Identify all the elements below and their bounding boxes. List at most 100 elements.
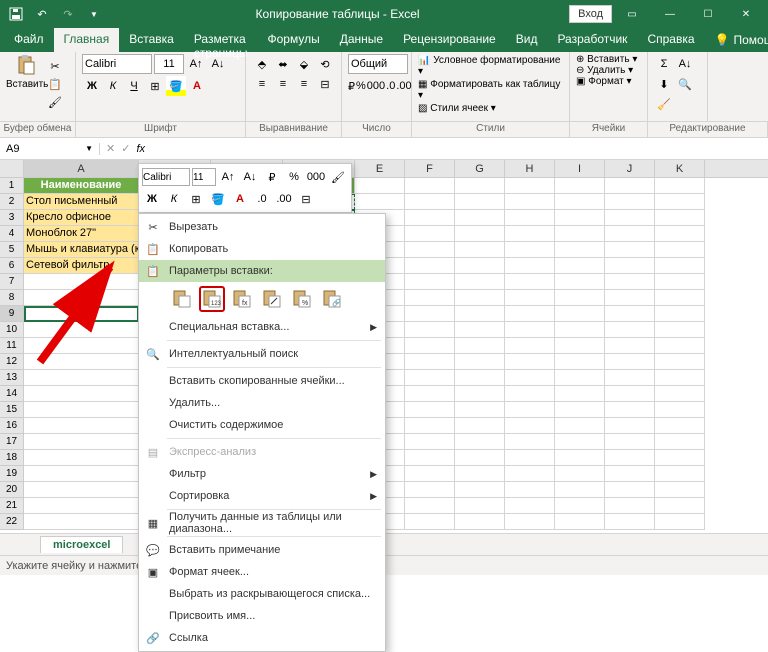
cell[interactable] [555, 482, 605, 498]
cell[interactable] [455, 450, 505, 466]
cell[interactable] [555, 386, 605, 402]
cell[interactable] [655, 482, 705, 498]
insert-cells-button[interactable]: ⊕ Вставить ▾ [576, 54, 641, 65]
mini-italic-button[interactable]: К [164, 189, 184, 209]
cell[interactable] [455, 402, 505, 418]
cell[interactable] [405, 450, 455, 466]
border-button[interactable]: ⊞ [145, 76, 165, 96]
cell[interactable] [505, 370, 555, 386]
col-header-h[interactable]: H [505, 160, 555, 177]
cell[interactable] [505, 402, 555, 418]
row-header[interactable]: 16 [0, 418, 24, 434]
number-format-select[interactable] [348, 54, 408, 74]
cell[interactable] [605, 514, 655, 530]
fill-icon[interactable]: ⬇ [654, 74, 674, 94]
cell[interactable] [555, 450, 605, 466]
cell[interactable] [555, 306, 605, 322]
mini-merge-icon[interactable]: ⊟ [296, 189, 316, 209]
redo-icon[interactable]: ↷ [56, 2, 80, 26]
row-header[interactable]: 2 [0, 194, 24, 210]
cell[interactable] [24, 338, 139, 354]
qat-dropdown-icon[interactable]: ▼ [82, 2, 106, 26]
format-cells-button[interactable]: ▣ Формат ▾ [576, 76, 641, 87]
maximize-button[interactable]: ☐ [690, 0, 726, 28]
cell[interactable] [455, 354, 505, 370]
cell[interactable] [405, 210, 455, 226]
align-left-icon[interactable]: ≡ [252, 74, 272, 94]
cell[interactable] [455, 242, 505, 258]
cell[interactable]: Кресло офисное [24, 210, 139, 226]
row-header[interactable]: 9 [0, 306, 24, 322]
cell[interactable] [405, 306, 455, 322]
cell[interactable] [605, 178, 655, 194]
mini-border-icon[interactable]: ⊞ [186, 189, 206, 209]
row-header[interactable]: 12 [0, 354, 24, 370]
cell[interactable] [405, 402, 455, 418]
increase-font-icon[interactable]: A↑ [186, 54, 206, 74]
format-as-table-button[interactable]: ▦ Форматировать как таблицу ▾ [418, 78, 563, 102]
cell[interactable] [605, 194, 655, 210]
cell[interactable] [455, 386, 505, 402]
menu-copy[interactable]: 📋Копировать [139, 238, 385, 260]
cell[interactable] [555, 210, 605, 226]
mini-increase-font-icon[interactable]: A↑ [218, 167, 238, 187]
ribbon-options-icon[interactable]: ▭ [614, 0, 650, 28]
menu-filter[interactable]: Фильтр▶ [139, 463, 385, 485]
cell[interactable] [405, 434, 455, 450]
cell[interactable] [605, 450, 655, 466]
row-header[interactable]: 15 [0, 402, 24, 418]
orientation-icon[interactable]: ⟲ [315, 54, 335, 74]
col-header-f[interactable]: F [405, 160, 455, 177]
menu-delete[interactable]: Удалить... [139, 392, 385, 414]
cell[interactable] [405, 370, 455, 386]
font-color-button[interactable]: A [187, 76, 207, 96]
cell[interactable] [555, 274, 605, 290]
cell[interactable]: Сетевой фильтр [24, 258, 139, 274]
cell[interactable] [505, 194, 555, 210]
cell[interactable] [505, 178, 555, 194]
row-header[interactable]: 18 [0, 450, 24, 466]
cell[interactable] [505, 290, 555, 306]
cell[interactable] [605, 402, 655, 418]
cell[interactable] [555, 194, 605, 210]
mini-format-painter-icon[interactable]: 🖌 [328, 167, 348, 187]
cell[interactable]: Наименование [24, 178, 139, 194]
cell[interactable] [555, 418, 605, 434]
cell[interactable] [455, 434, 505, 450]
italic-button[interactable]: К [103, 76, 123, 96]
cell[interactable] [455, 226, 505, 242]
cell[interactable] [655, 194, 705, 210]
decrease-decimal-icon[interactable]: .00 [396, 76, 411, 96]
cell[interactable] [655, 434, 705, 450]
cell[interactable] [605, 274, 655, 290]
cell[interactable] [505, 210, 555, 226]
mini-currency-icon[interactable]: ₽ [262, 167, 282, 187]
cell[interactable] [555, 434, 605, 450]
align-middle-icon[interactable]: ⬌ [273, 54, 293, 74]
cell[interactable] [505, 434, 555, 450]
row-header[interactable]: 21 [0, 498, 24, 514]
mini-font-select[interactable] [142, 168, 190, 186]
formula-input[interactable] [151, 143, 768, 155]
mini-font-color-icon[interactable]: A [230, 189, 250, 209]
cell[interactable]: Мышь и клавиатура (к- [24, 242, 139, 258]
cell[interactable] [555, 258, 605, 274]
cell[interactable] [24, 306, 139, 322]
row-header[interactable]: 22 [0, 514, 24, 530]
cell[interactable] [405, 498, 455, 514]
align-bottom-icon[interactable]: ⬙ [294, 54, 314, 74]
cell[interactable] [555, 322, 605, 338]
copy-icon[interactable]: 📋 [46, 76, 64, 92]
bold-button[interactable]: Ж [82, 76, 102, 96]
paste-transpose-icon[interactable] [259, 286, 285, 312]
col-header-j[interactable]: J [605, 160, 655, 177]
sort-filter-icon[interactable]: A↓ [675, 54, 695, 74]
cell[interactable] [605, 338, 655, 354]
menu-pick-from-list[interactable]: Выбрать из раскрывающегося списка... [139, 583, 385, 605]
cell[interactable] [405, 418, 455, 434]
mini-size-select[interactable] [192, 168, 216, 186]
cell[interactable] [605, 386, 655, 402]
cell[interactable] [24, 514, 139, 530]
cell[interactable] [24, 322, 139, 338]
cell[interactable] [505, 514, 555, 530]
